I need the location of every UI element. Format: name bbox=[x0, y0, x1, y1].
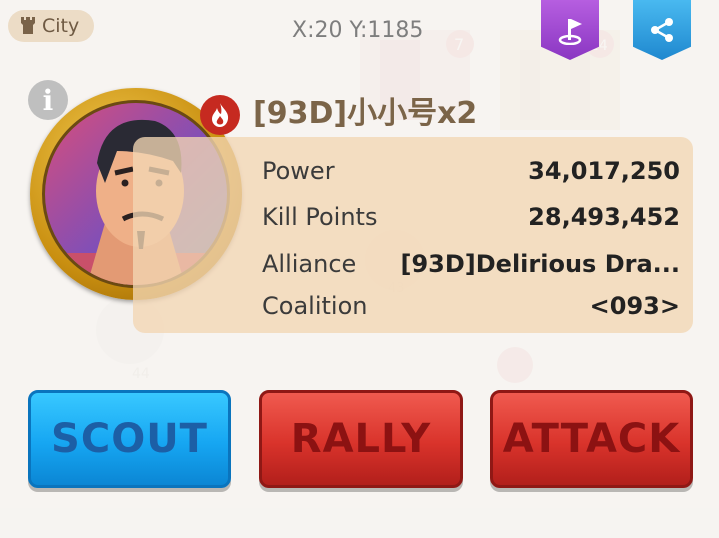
stat-row-power: Power 34,017,250 bbox=[262, 157, 680, 185]
coordinates: X:20 Y:1185 bbox=[292, 18, 424, 43]
flag-icon bbox=[558, 19, 582, 45]
stat-row-coalition: Coalition <093> bbox=[262, 292, 680, 320]
scout-button[interactable]: SCOUT bbox=[28, 390, 231, 488]
stat-value: 34,017,250 bbox=[528, 157, 680, 185]
player-name: [93D]小小号x2 bbox=[253, 96, 478, 131]
player-info-panel: City X:20 Y:1185 i [93D]小小号x2 Power 34,0… bbox=[0, 0, 719, 538]
share-icon bbox=[651, 18, 673, 42]
city-label: City bbox=[42, 15, 80, 37]
tower-icon bbox=[21, 17, 35, 34]
stat-label: Coalition bbox=[262, 292, 368, 320]
stat-value: 28,493,452 bbox=[528, 203, 680, 231]
stat-label: Alliance bbox=[262, 250, 357, 278]
rally-button[interactable]: RALLY bbox=[259, 390, 463, 488]
flag-button[interactable] bbox=[541, 0, 599, 60]
stat-row-alliance: Alliance [93D]Delirious Dra... bbox=[262, 250, 680, 278]
info-icon[interactable]: i bbox=[28, 80, 68, 120]
attack-button[interactable]: ATTACK bbox=[490, 390, 693, 488]
stat-row-kill-points: Kill Points 28,493,452 bbox=[262, 203, 680, 231]
stat-label: Power bbox=[262, 157, 335, 185]
stat-value: <093> bbox=[589, 292, 680, 320]
stat-label: Kill Points bbox=[262, 203, 378, 231]
share-button[interactable] bbox=[633, 0, 691, 60]
fire-icon bbox=[200, 95, 240, 135]
city-tag[interactable]: City bbox=[8, 10, 94, 42]
stat-value[interactable]: [93D]Delirious Dra... bbox=[401, 250, 681, 278]
